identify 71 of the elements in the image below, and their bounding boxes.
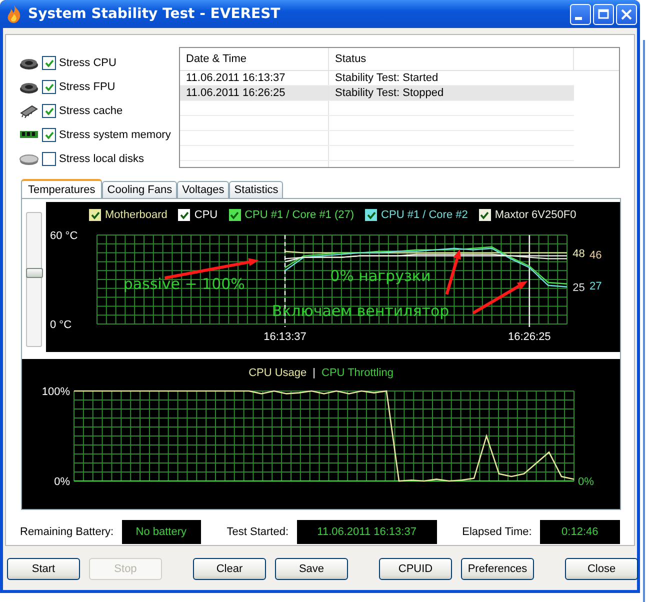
separator: | [312, 367, 316, 379]
axis-label: 16:26:25 [508, 331, 551, 343]
tab[interactable]: Voltages [177, 181, 230, 198]
info-label: Test Started: [226, 526, 289, 538]
minimize-icon [575, 16, 582, 20]
legend-checkbox[interactable] [89, 209, 101, 221]
info-label: Remaining Battery: [20, 526, 114, 538]
table-cell: 11.06.2011 16:13:37 [180, 71, 329, 85]
checkbox-label[interactable]: Stress local disks [59, 153, 144, 165]
axis-label: 100% [42, 387, 70, 398]
table-cell-text: Stability Test: Started [334, 71, 440, 85]
hard-disk-icon [19, 152, 39, 166]
maximize-button[interactable] [593, 4, 614, 24]
tab[interactable]: Temperatures [21, 179, 102, 198]
tab[interactable]: Cooling Fans [102, 181, 178, 198]
chip-icon [19, 56, 39, 70]
action-button[interactable]: Clear [193, 558, 266, 580]
action-button[interactable]: Save [275, 558, 348, 580]
info-value: 0:12:46 [540, 520, 620, 544]
checkbox-label[interactable]: Stress FPU [59, 81, 116, 93]
info-value: 11.06.2011 16:13:37 [296, 520, 438, 544]
checkbox-label[interactable]: Stress cache [59, 105, 123, 117]
axis-label: 0 °C [50, 319, 72, 331]
legend-label: CPU Throttling [322, 367, 394, 379]
maximize-icon [598, 9, 609, 19]
window-title: System Stability Test - EVEREST [28, 6, 282, 22]
legend-label: CPU [194, 209, 218, 221]
checkbox[interactable] [42, 152, 56, 166]
memory-chip-icon [19, 104, 39, 118]
action-button[interactable]: CPUID [379, 558, 452, 580]
current-value: 48 [572, 248, 585, 260]
tab[interactable]: Statistics [229, 181, 284, 198]
action-button[interactable]: Close [565, 558, 638, 580]
checkbox-label[interactable]: Stress system memory [59, 129, 171, 141]
checkbox[interactable] [42, 128, 56, 142]
info-value: No battery [122, 520, 201, 544]
current-value: 25 [572, 282, 585, 294]
axis-label: 0% [54, 476, 70, 488]
checkbox[interactable] [42, 104, 56, 118]
legend-label: Maxtor 6V250F0 [494, 209, 576, 221]
action-button[interactable]: Preferences [461, 558, 534, 580]
minimize-button[interactable] [570, 4, 591, 24]
arrow [472, 280, 528, 314]
action-button[interactable]: Start [7, 558, 80, 580]
info-label: Elapsed Time: [462, 526, 532, 538]
table-cell-text: Stability Test: Stopped [334, 86, 445, 100]
checkbox[interactable] [42, 80, 56, 94]
table-cell: 11.06.2011 16:26:25 [180, 86, 329, 100]
chip-icon [19, 80, 39, 94]
legend-label: CPU #1 / Core #1 (27) [244, 209, 354, 221]
flame-icon [6, 5, 22, 23]
checkbox[interactable] [42, 56, 56, 70]
close-button[interactable] [616, 4, 637, 24]
column-header[interactable]: Date & Time [180, 48, 329, 70]
column-header[interactable]: Status [329, 48, 574, 70]
arrow [445, 248, 461, 295]
current-value: 0% [578, 476, 594, 488]
axis-label: 60 °C [50, 230, 78, 242]
log-row[interactable]: 11.06.2011 16:26:25 Stability Test: Stopped [180, 86, 574, 101]
legend-checkbox[interactable] [228, 209, 241, 221]
close-icon [621, 8, 632, 20]
legend-checkbox[interactable] [365, 209, 378, 221]
current-value: 27 [590, 280, 602, 292]
axis-label: 16:13:37 [264, 331, 306, 343]
legend-label: Motherboard [105, 209, 168, 221]
legend-label: CPU #1 / Core #2 [381, 209, 468, 221]
current-value: 46 [590, 249, 602, 262]
legend-label: CPU Usage [248, 367, 307, 379]
checkbox-label[interactable]: Stress CPU [59, 57, 116, 69]
slider-thumb[interactable] [26, 268, 43, 278]
zoom-slider[interactable] [26, 212, 42, 347]
